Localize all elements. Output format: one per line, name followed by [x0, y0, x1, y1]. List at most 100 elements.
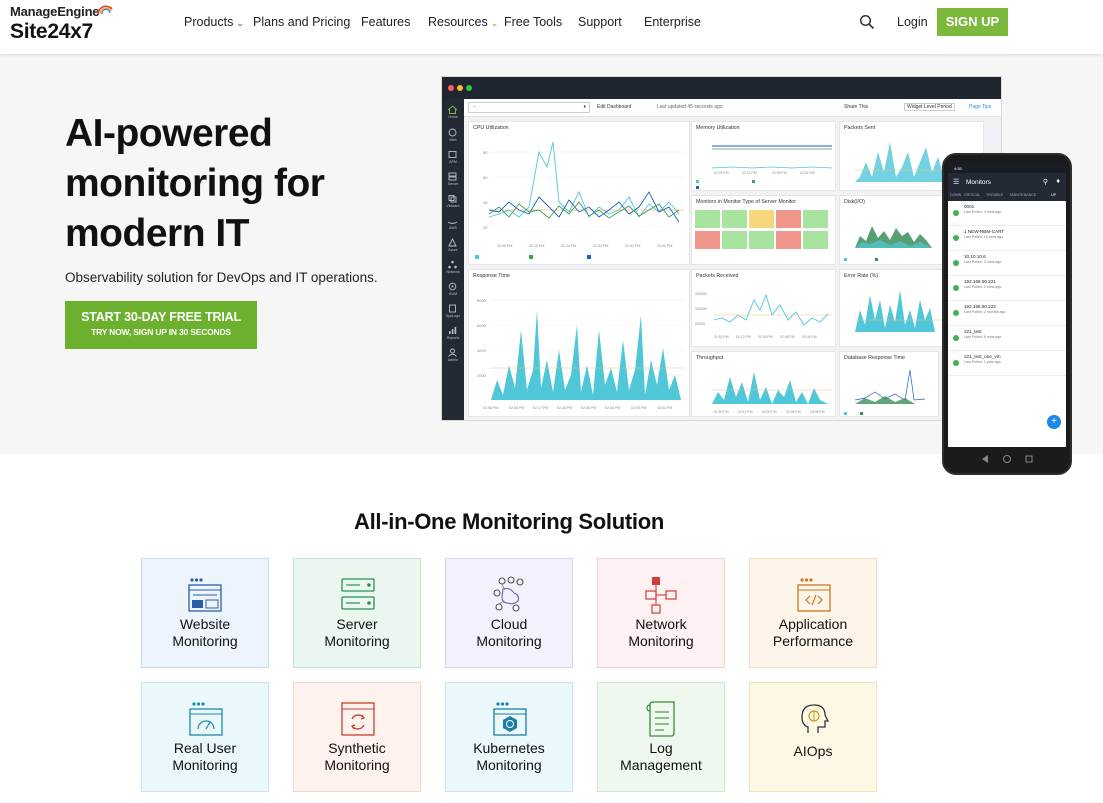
- db-response-panel: Database Response Time: [839, 351, 939, 417]
- synthetic-icon: [341, 702, 375, 736]
- card-real-user-monitoring[interactable]: Real User Monitoring: [141, 682, 269, 792]
- cta-main-label: START 30-DAY FREE TRIAL: [81, 310, 241, 324]
- db-response-chart: [844, 369, 926, 415]
- svg-text:02:44 PM: 02:44 PM: [605, 406, 620, 410]
- svg-text:03:06 PM: 03:06 PM: [802, 335, 817, 339]
- response-time-chart: 8000 6000 4000 2000 01:58 PM 02:08 PM 02:17 P…: [477, 298, 684, 410]
- card-network-monitoring[interactable]: Network Monitoring: [597, 558, 725, 668]
- card-website-monitoring[interactable]: Website Monitoring: [141, 558, 269, 668]
- login-link[interactable]: Login: [897, 15, 928, 29]
- nav-free-tools[interactable]: Free Tools: [504, 15, 562, 29]
- svg-text:02:17 PM: 02:17 PM: [533, 406, 548, 410]
- memory-utilization-chart: 02:09 PM 02:21 PM 02:39 PM 02:51 PM: [696, 145, 833, 189]
- aws-icon: [447, 221, 458, 224]
- svg-text:02:48 PM: 02:48 PM: [780, 335, 795, 339]
- list-item[interactable]: 221_test_one_vm Last Polled: 1 year ago: [948, 351, 1066, 376]
- tab-trouble[interactable]: TROUBLE: [986, 193, 1003, 197]
- list-item[interactable]: 221_test Last Polled: 6 mins ago: [948, 326, 1066, 351]
- sidebar-label: AppLogs: [445, 314, 461, 318]
- share-link[interactable]: Share This: [844, 104, 868, 110]
- add-monitor-button[interactable]: +: [1047, 415, 1061, 429]
- sidebar-label: Home: [448, 115, 458, 119]
- status-up-icon: [953, 235, 959, 241]
- sidebar-label: VMware: [446, 204, 460, 208]
- bell-icon[interactable]: ♦: [1056, 178, 1060, 185]
- nav-enterprise[interactable]: Enterprise: [644, 15, 701, 29]
- hero-subtitle: Observability solution for DevOps and IT…: [65, 270, 378, 285]
- sidebar-label: Reports: [446, 336, 460, 340]
- svg-text:02:21 PM: 02:21 PM: [742, 171, 757, 175]
- phone-status-bar: 4:55: [948, 164, 1066, 173]
- sidebar-label: APM: [449, 160, 457, 164]
- svg-text:02:42 PM: 02:42 PM: [625, 244, 640, 248]
- sidebar-label: RUM: [448, 292, 458, 296]
- card-label: Server Monitoring: [324, 616, 390, 649]
- sidebar-label: Server: [447, 182, 459, 186]
- last-updated-text: Last updated 45 seconds ago: [657, 104, 723, 110]
- recents-icon[interactable]: [1025, 455, 1033, 463]
- svg-text:6000: 6000: [477, 323, 487, 328]
- nav-resources[interactable]: Resources ⌄: [428, 15, 498, 29]
- hero-title: AI-powered monitoring for modern IT: [65, 112, 325, 255]
- list-item[interactable]: 1 NEW-RBM-CART Last Polled: 18 secs ago: [948, 226, 1066, 251]
- status-up-icon: [953, 210, 959, 216]
- card-label: Network Monitoring: [628, 616, 694, 649]
- list-item[interactable]: 0001 Last Polled: 4 mins ago: [948, 201, 1066, 226]
- applogs-icon: [449, 304, 456, 313]
- tab-maintenance[interactable]: MAINTENANCE: [1010, 193, 1036, 197]
- sidebar-label: Admin: [447, 358, 459, 362]
- status-up-icon: [953, 360, 959, 366]
- dashboard-preview: Home Web APM Server VMware AWS Azure Net…: [441, 76, 1002, 421]
- tab-critical[interactable]: CRITICAL: [964, 193, 980, 197]
- nav-features[interactable]: Features: [361, 15, 410, 29]
- list-item[interactable]: 192.168.50.222 Last Polled: 2 months ago: [948, 301, 1066, 326]
- card-synthetic-monitoring[interactable]: Synthetic Monitoring: [293, 682, 421, 792]
- sidebar-label: AWS: [448, 226, 458, 230]
- svg-text:2000: 2000: [477, 373, 487, 378]
- svg-text:03:02 PM: 03:02 PM: [657, 406, 672, 410]
- widget-period-select[interactable]: Widget Level Period: [904, 103, 955, 111]
- signup-button[interactable]: SIGN UP: [937, 8, 1008, 36]
- back-icon[interactable]: [982, 455, 988, 463]
- reports-icon: [449, 327, 457, 334]
- search-icon[interactable]: ⚲: [1043, 178, 1048, 186]
- website-icon: [188, 578, 222, 612]
- server-icon: [448, 172, 457, 181]
- card-kubernetes-monitoring[interactable]: Kubernetes Monitoring: [445, 682, 573, 792]
- list-item[interactable]: 192.168.50.221 Last Polled: 3 mins ago: [948, 276, 1066, 301]
- list-item[interactable]: 10.10.10.6 Last Polled: 3 mins ago: [948, 251, 1066, 276]
- dashboard-selector[interactable]: ← ▾: [468, 102, 590, 113]
- card-server-monitoring[interactable]: Server Monitoring: [293, 558, 421, 668]
- dashboard-toolbar: ← ▾ Edit Dashboard Last updated 45 second…: [464, 99, 1001, 117]
- cloud-icon: [493, 576, 524, 612]
- card-log-management[interactable]: Log Management: [597, 682, 725, 792]
- rum-icon: [448, 282, 457, 291]
- tab-up[interactable]: UP: [1051, 193, 1056, 197]
- nav-plans-pricing[interactable]: Plans and Pricing: [253, 15, 350, 29]
- tab-down[interactable]: DOWN: [950, 193, 961, 197]
- azure-icon: [448, 238, 457, 247]
- menu-icon[interactable]: ☰: [953, 178, 959, 186]
- status-up-icon: [953, 285, 959, 291]
- svg-text:01:50 PM: 01:50 PM: [714, 410, 729, 414]
- site24x7-logo[interactable]: ManageEngine Site24x7: [10, 4, 113, 44]
- card-application-performance[interactable]: Application Performance: [749, 558, 877, 668]
- card-aiops[interactable]: AIOps: [749, 682, 877, 792]
- search-icon[interactable]: [859, 14, 875, 30]
- network-icon: [448, 260, 457, 269]
- edit-dashboard-link[interactable]: Edit Dashboard: [597, 104, 631, 110]
- svg-text:50000: 50000: [695, 322, 705, 326]
- solutions-title: All-in-One Monitoring Solution: [354, 509, 664, 534]
- apm-icon: [448, 151, 457, 158]
- free-trial-button[interactable]: START 30-DAY FREE TRIAL TRY NOW, SIGN UP…: [65, 301, 257, 349]
- card-label: Real User Monitoring: [172, 740, 238, 773]
- packets-received-chart: 150000 100000 50000 01:52 PM 02:12 PM 02:30 …: [695, 292, 832, 339]
- svg-text:02:12 PM: 02:12 PM: [738, 410, 753, 414]
- card-cloud-monitoring[interactable]: Cloud Monitoring: [445, 558, 573, 668]
- nav-support[interactable]: Support: [578, 15, 622, 29]
- page-tips-link[interactable]: Page Tips: [969, 104, 991, 110]
- home-button-icon[interactable]: [1003, 455, 1011, 463]
- card-label: Log Management: [620, 740, 702, 773]
- vmware-icon: [448, 195, 457, 203]
- nav-products[interactable]: Products ⌄: [184, 15, 244, 29]
